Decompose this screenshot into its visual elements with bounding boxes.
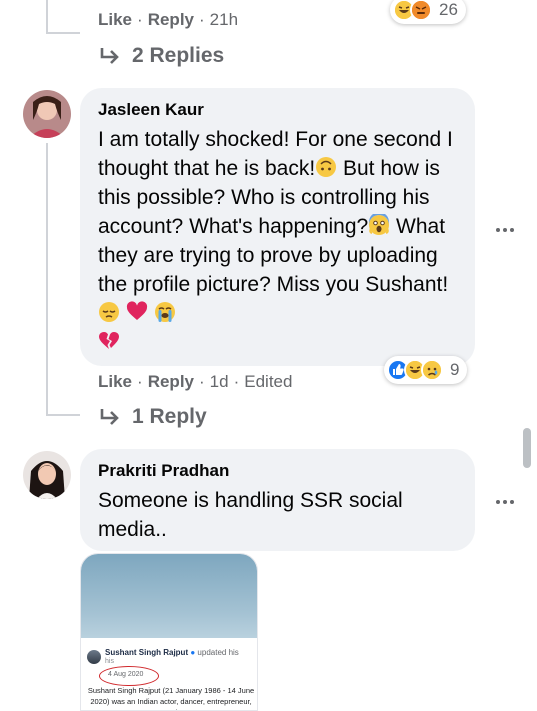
replies-label: 1 Reply: [132, 405, 207, 428]
post-text: Sushant Singh Rajput (21 January 1986 - …: [87, 686, 255, 710]
thread-line: [46, 0, 48, 34]
comment-author[interactable]: Prakriti Pradhan: [98, 461, 457, 481]
comment-bubble: Jasleen Kaur I am totally shocked! For o…: [80, 88, 475, 366]
loudly-crying-face-icon: [154, 302, 175, 322]
more-options-icon[interactable]: [490, 222, 520, 238]
reactions-count: 26: [439, 0, 458, 19]
post-subline: his: [105, 658, 114, 665]
face-screaming-in-fear-icon: [369, 214, 390, 235]
replies-label: 2 Replies: [132, 44, 225, 67]
comment-author[interactable]: Jasleen Kaur: [98, 100, 457, 120]
reply-button[interactable]: Reply: [148, 372, 194, 392]
pensive-face-icon: [99, 302, 119, 322]
comment-actions: Like · Reply · 1d · Edited: [98, 372, 293, 392]
thread-line: [46, 143, 48, 416]
edited-label[interactable]: Edited: [244, 372, 292, 392]
image-sky-background: [81, 554, 257, 638]
sad-reaction-icon: [421, 359, 443, 381]
angry-reaction-icon: [410, 0, 432, 21]
post-author-line: Sushant Singh Rajput ● updated his: [105, 648, 239, 657]
reply-arrow-icon: [100, 48, 119, 64]
comment-timestamp[interactable]: 21h: [210, 10, 238, 30]
thread-line: [46, 414, 80, 416]
upside-down-face-icon: [316, 157, 337, 177]
avatar[interactable]: [23, 451, 71, 499]
red-highlight-circle: [99, 666, 159, 686]
broken-heart-icon: [99, 332, 119, 349]
red-heart-icon: [126, 301, 147, 320]
view-replies-link[interactable]: 2 Replies: [98, 44, 224, 68]
like-button[interactable]: Like: [98, 372, 132, 392]
comment-text: Someone is handling SSR social media..: [98, 489, 403, 541]
avatar[interactable]: [23, 90, 71, 138]
comment-text: I am totally shocked! For one second I t…: [98, 125, 457, 357]
more-options-icon[interactable]: [490, 494, 520, 510]
reactions-summary[interactable]: 9: [384, 356, 468, 384]
view-replies-link[interactable]: 1 Reply: [98, 405, 207, 429]
comment-bubble: Prakriti Pradhan Someone is handling SSR…: [80, 449, 475, 551]
scrollbar-thumb[interactable]: [523, 428, 531, 468]
comment-actions: Like · Reply · 21h: [98, 10, 239, 30]
comment-timestamp[interactable]: 1d: [210, 372, 229, 392]
reply-button[interactable]: Reply: [148, 10, 194, 30]
post-avatar: [87, 650, 101, 664]
like-button[interactable]: Like: [98, 10, 132, 30]
thread-line: [46, 32, 80, 34]
reactions-count: 9: [450, 360, 460, 379]
reply-arrow-icon: [100, 409, 119, 425]
reactions-summary[interactable]: 26: [390, 0, 466, 24]
comment-image-attachment[interactable]: Sushant Singh Rajput ● updated his his 4…: [80, 553, 258, 711]
embedded-post-screenshot: Sushant Singh Rajput ● updated his his 4…: [81, 638, 257, 710]
